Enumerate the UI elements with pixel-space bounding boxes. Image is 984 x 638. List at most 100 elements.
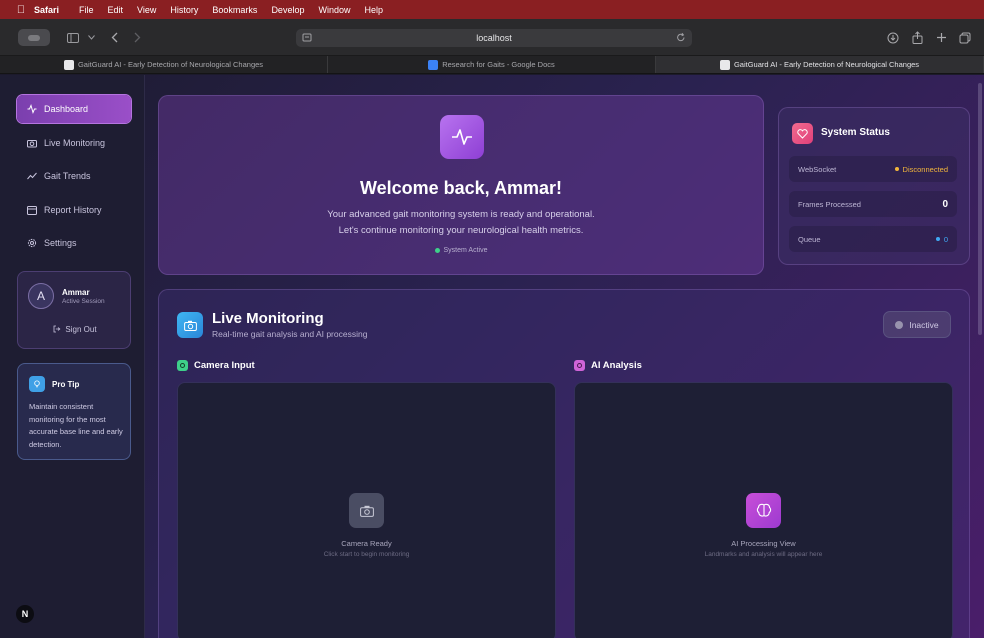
ai-analysis-icon [574, 360, 585, 371]
welcome-title: Welcome back, Ammar! [359, 178, 563, 198]
avatar: A [28, 283, 54, 309]
menu-file[interactable]: File [79, 5, 94, 15]
menu-bookmarks[interactable]: Bookmarks [212, 5, 257, 15]
pro-tip-title: Pro Tip [52, 380, 80, 389]
activity-icon [440, 115, 484, 159]
menu-history[interactable]: History [170, 5, 198, 15]
queue-value: 0 [943, 234, 948, 244]
status-dot-icon [434, 247, 440, 253]
camera-icon [177, 312, 203, 338]
system-active-status: System Active [159, 247, 763, 254]
google-docs-favicon-icon [428, 59, 439, 70]
page-scrollbar[interactable] [978, 83, 982, 335]
sign-out-label: Sign Out [65, 324, 97, 334]
gear-icon [27, 238, 37, 248]
sidebar: Dashboard Live Monitoring Gait Trends Re… [0, 75, 145, 638]
trend-icon [27, 172, 37, 180]
forward-icon[interactable] [131, 29, 143, 46]
lightbulb-icon [29, 376, 45, 392]
info-dot-icon [935, 237, 940, 241]
tab-label: Research for Gaits - Google Docs [442, 60, 555, 69]
tab-gaitguard-2[interactable]: GaitGuard AI - Early Detection of Neurol… [656, 56, 984, 73]
gaitguard-favicon-icon [63, 59, 74, 70]
camera-ready-label: Camera Ready [341, 539, 392, 548]
ai-analysis-header: AI Analysis [574, 360, 642, 371]
downloads-icon[interactable] [886, 29, 900, 46]
heart-icon [792, 123, 813, 144]
welcome-card: Welcome back, Ammar! Your advanced gait … [158, 95, 764, 275]
sidebar-item-live-monitoring[interactable]: Live Monitoring [17, 129, 131, 157]
status-value: Disconnected [894, 165, 948, 174]
chevron-down-icon[interactable] [86, 29, 96, 46]
live-monitoring-card: Live Monitoring Real-time gait analysis … [158, 289, 970, 638]
status-value: 0 [935, 234, 948, 244]
status-value: 0 [942, 198, 948, 210]
menu-help[interactable]: Help [364, 5, 383, 15]
sidebar-item-label: Live Monitoring [44, 138, 106, 148]
tab-label: GaitGuard AI - Early Detection of Neurol… [733, 60, 920, 69]
browser-toolbar: localhost [0, 19, 984, 56]
tab-google-docs[interactable]: Research for Gaits - Google Docs [328, 56, 656, 73]
monitoring-state-toggle[interactable]: Inactive [883, 311, 951, 338]
inactive-dot-icon [895, 320, 904, 329]
pro-tip-card: Pro Tip Maintain consistent monitoring f… [17, 363, 131, 460]
sidebar-item-dashboard[interactable]: Dashboard [17, 95, 131, 123]
system-status-title: System Status [821, 127, 890, 138]
ai-hint: Landmarks and analysis will appear here [704, 551, 823, 558]
sidebar-item-label: Dashboard [44, 104, 89, 114]
activity-icon [27, 104, 37, 114]
ai-analysis-title: AI Analysis [591, 360, 642, 371]
system-status-card: System Status WebSocket Disconnected Fra… [778, 107, 970, 265]
new-tab-icon[interactable] [934, 29, 948, 46]
sign-out-icon [54, 325, 61, 333]
live-monitoring-subtitle: Real-time gait analysis and AI processin… [212, 329, 368, 339]
menu-bar:  Safari File Edit View History Bookmark… [0, 0, 984, 19]
menu-edit[interactable]: Edit [108, 5, 124, 15]
user-name: Ammar [62, 288, 90, 297]
sidebar-item-label: Settings [44, 238, 77, 248]
monitoring-state-label: Inactive [909, 319, 939, 330]
welcome-line-1: Your advanced gait monitoring system is … [327, 209, 595, 220]
address-bar[interactable]: localhost [296, 29, 692, 47]
tab-overview-icon[interactable] [958, 29, 972, 46]
camera-icon [27, 140, 37, 148]
live-monitoring-title: Live Monitoring [212, 310, 324, 327]
status-row-queue: Queue 0 [789, 226, 957, 252]
pro-tip-text: Maintain consistent monitoring for the m… [29, 402, 123, 449]
menu-develop[interactable]: Develop [271, 5, 304, 15]
gaitguard-favicon-icon [719, 59, 730, 70]
sign-out-button[interactable]: Sign Out [28, 320, 122, 338]
welcome-line-2: Let's continue monitoring your neurologi… [338, 225, 584, 236]
session-status: Active Session [62, 298, 105, 305]
status-label: Queue [798, 234, 821, 244]
ai-processing-label: AI Processing View [731, 539, 796, 548]
camera-input-title: Camera Input [194, 360, 255, 371]
share-icon[interactable] [910, 29, 924, 46]
back-icon[interactable] [108, 29, 120, 46]
window-toggle-button[interactable] [18, 29, 50, 46]
reload-icon[interactable] [676, 32, 686, 43]
menu-safari[interactable]: Safari [34, 5, 59, 15]
menu-view[interactable]: View [137, 5, 156, 15]
system-active-label: System Active [443, 247, 488, 254]
tab-gaitguard-1[interactable]: GaitGuard AI - Early Detection of Neurol… [0, 56, 328, 73]
status-label: WebSocket [798, 164, 837, 174]
warn-dot-icon [894, 167, 899, 171]
page-content: Dashboard Live Monitoring Gait Trends Re… [0, 75, 984, 638]
sidebar-item-settings[interactable]: Settings [17, 229, 131, 257]
camera-input-icon [177, 360, 188, 371]
apple-icon[interactable]:  [8, 4, 34, 16]
ai-analysis-panel: AI Processing View Landmarks and analysi… [574, 382, 953, 638]
sidebar-item-gait-trends[interactable]: Gait Trends [17, 162, 131, 190]
next-badge[interactable]: N [16, 605, 34, 623]
sidebar-toggle-icon[interactable] [66, 29, 80, 46]
camera-input-header: Camera Input [177, 360, 255, 371]
status-row-websocket: WebSocket Disconnected [789, 156, 957, 182]
camera-icon [349, 493, 384, 528]
user-card: A Ammar Active Session Sign Out [17, 271, 131, 349]
sidebar-item-report-history[interactable]: Report History [17, 196, 131, 224]
camera-hint: Click start to begin monitoring [323, 551, 410, 558]
menu-window[interactable]: Window [318, 5, 350, 15]
page-menu-icon[interactable] [302, 32, 312, 43]
status-row-frames: Frames Processed 0 [789, 191, 957, 217]
